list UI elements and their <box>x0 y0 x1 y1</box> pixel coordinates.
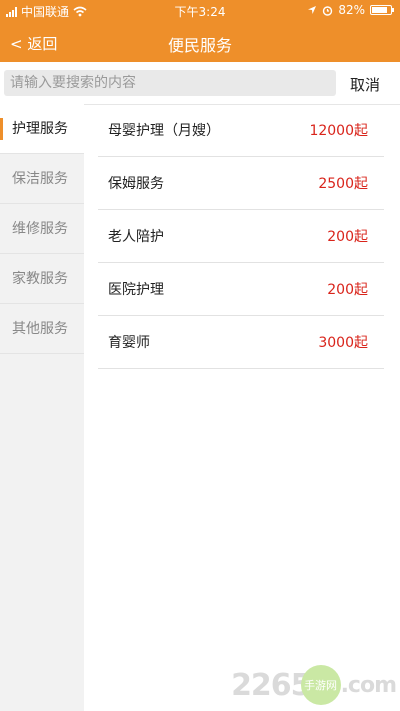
sidebar-item-repair[interactable]: 维修服务 <box>0 204 84 254</box>
category-sidebar: 护理服务 保洁服务 维修服务 家教服务 其他服务 <box>0 104 84 711</box>
status-right: 82% <box>307 3 394 17</box>
sidebar-item-nursing[interactable]: 护理服务 <box>0 104 84 154</box>
watermark-text: 2265 <box>231 667 311 703</box>
service-row[interactable]: 母婴护理（月嫂） 12000起 <box>98 104 384 157</box>
watermark-suffix: .com <box>340 672 397 698</box>
cancel-button[interactable]: 取消 <box>350 74 380 95</box>
service-price: 3000起 <box>318 335 368 351</box>
service-list: 母婴护理（月嫂） 12000起 保姆服务 2500起 老人陪护 200起 医院护… <box>98 104 384 369</box>
service-name: 母婴护理（月嫂） <box>108 123 220 139</box>
search-input[interactable] <box>4 70 336 96</box>
service-name: 育婴师 <box>108 335 150 351</box>
sidebar-item-cleaning[interactable]: 保洁服务 <box>0 154 84 204</box>
page-title: 便民服务 <box>167 36 232 55</box>
site-watermark: 2265 手游网 .com <box>231 665 397 705</box>
service-row[interactable]: 老人陪护 200起 <box>98 210 384 263</box>
service-price: 200起 <box>327 229 368 245</box>
service-price: 12000起 <box>309 123 368 139</box>
service-row[interactable]: 医院护理 200起 <box>98 263 384 316</box>
status-bar: 中国联通 下午3:24 82% <box>0 0 400 22</box>
watermark-badge: 手游网 <box>300 665 341 705</box>
nav-bar: < 返回 便民服务 <box>0 22 400 62</box>
battery-icon <box>370 5 394 15</box>
service-row[interactable]: 育婴师 3000起 <box>98 316 384 369</box>
sidebar-item-other[interactable]: 其他服务 <box>0 304 84 354</box>
service-name: 保姆服务 <box>108 176 164 192</box>
service-price: 200起 <box>327 282 368 298</box>
sidebar-item-tutoring[interactable]: 家教服务 <box>0 254 84 304</box>
service-price: 2500起 <box>318 176 368 192</box>
service-row[interactable]: 保姆服务 2500起 <box>98 157 384 210</box>
search-bar: 取消 <box>0 62 400 105</box>
battery-percent: 82% <box>338 3 365 17</box>
service-name: 医院护理 <box>108 282 164 298</box>
service-name: 老人陪护 <box>108 229 164 245</box>
location-arrow-icon <box>308 6 317 14</box>
alarm-icon <box>323 5 333 16</box>
